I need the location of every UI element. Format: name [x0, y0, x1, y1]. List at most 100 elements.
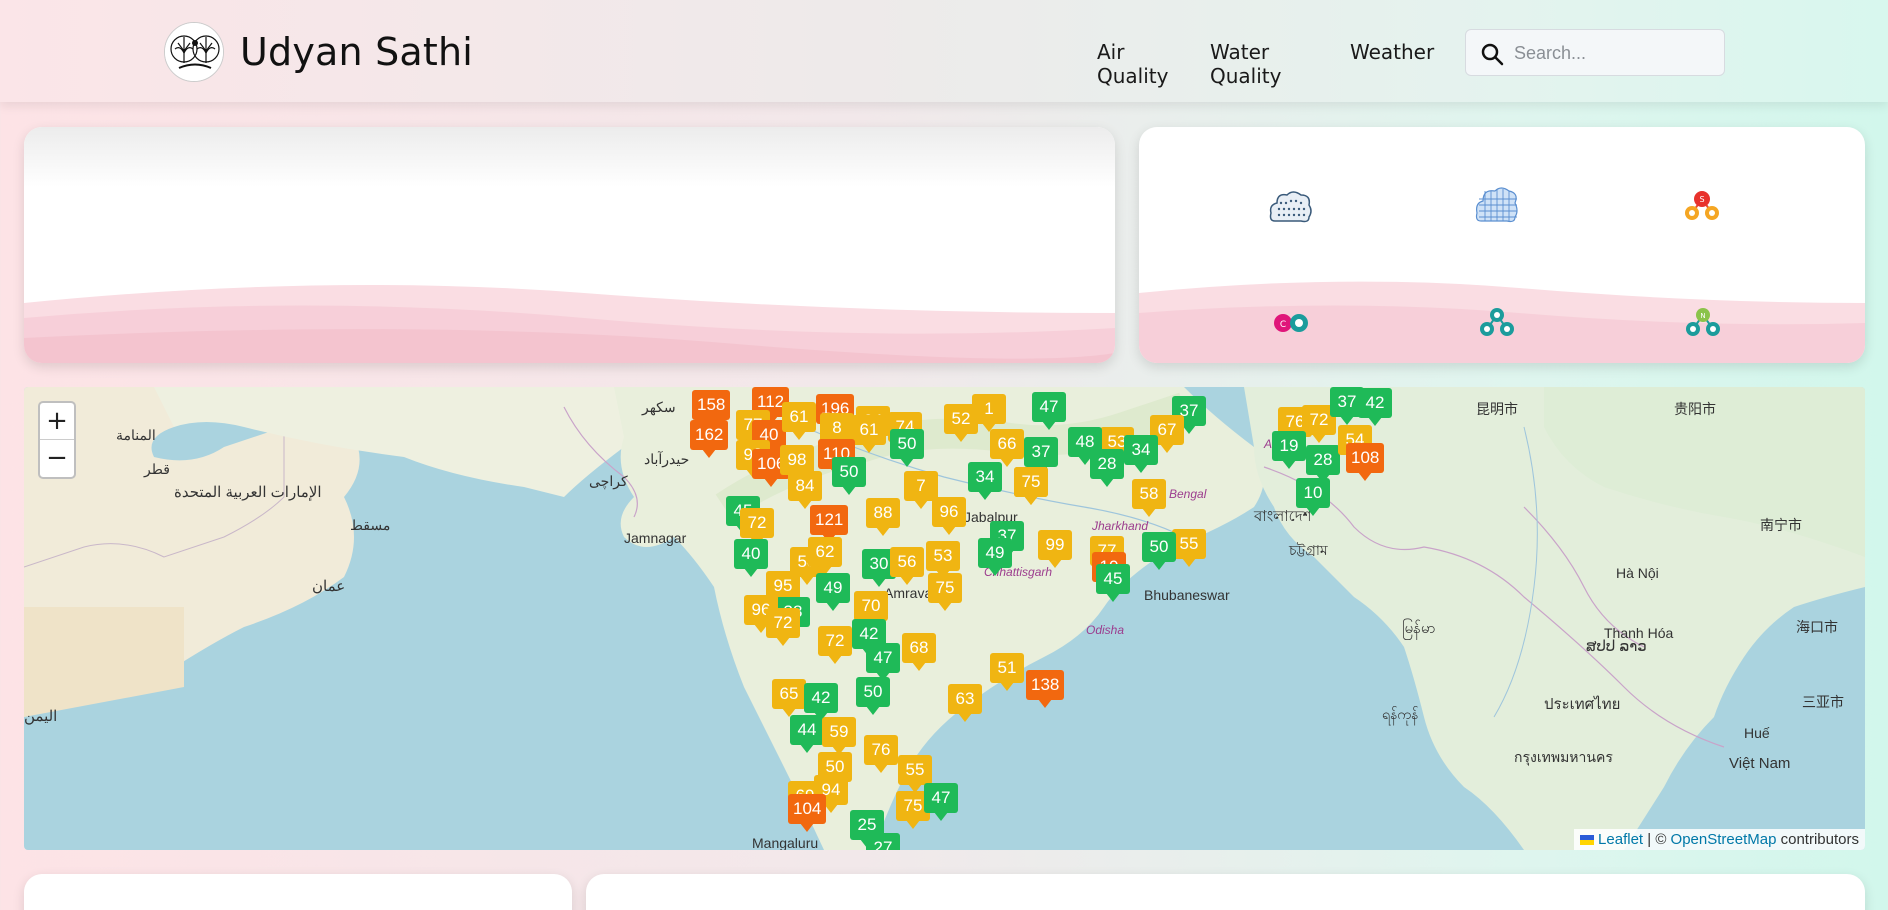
co-icon[interactable]: C	[1271, 311, 1311, 335]
so2-icon[interactable]: S	[1682, 189, 1722, 223]
o3-icon[interactable]	[1477, 305, 1517, 337]
aqi-marker[interactable]: 44	[790, 715, 824, 753]
map-label: 南宁市	[1760, 517, 1802, 533]
aqi-marker[interactable]: 76	[864, 735, 898, 773]
aqi-marker[interactable]: 70	[854, 591, 888, 629]
aqi-marker[interactable]: 27	[866, 833, 900, 850]
aqi-marker[interactable]: 50	[832, 457, 866, 495]
aqi-marker[interactable]: 19	[1272, 431, 1306, 469]
aqi-marker[interactable]: 50	[856, 677, 890, 715]
attribution-separator: | ©	[1643, 831, 1671, 848]
aqi-marker[interactable]: 47	[866, 643, 900, 681]
aqi-summary-card	[24, 127, 1115, 363]
aqi-marker[interactable]: 40	[734, 539, 768, 577]
top-navbar: Udyan Sathi Air Quality Water Quality We…	[0, 0, 1888, 102]
map-attribution: Leaflet | © OpenStreetMap contributors	[1573, 829, 1865, 850]
aqi-marker[interactable]: 1	[972, 394, 1006, 432]
aqi-marker[interactable]: 66	[990, 429, 1024, 467]
aqi-marker[interactable]: 10	[1296, 478, 1330, 516]
map-label: الإمارات العربية المتحدة	[174, 484, 322, 501]
aqi-marker[interactable]: 51	[990, 653, 1024, 691]
zoom-in-button[interactable]: +	[40, 403, 74, 440]
map-label: ประเทศไทย	[1544, 696, 1621, 713]
aqi-marker[interactable]: 58	[1132, 479, 1166, 517]
aqi-marker[interactable]: 34	[1124, 435, 1158, 473]
aqi-marker[interactable]: 49	[816, 573, 850, 611]
map-label: سکھر	[642, 399, 676, 415]
aqi-marker[interactable]: 72	[766, 608, 800, 646]
aqi-marker[interactable]: 56	[890, 547, 924, 585]
ukraine-flag-icon	[1579, 835, 1594, 845]
aqi-marker[interactable]: 34	[968, 462, 1002, 500]
search-input[interactable]	[1514, 40, 1714, 66]
aqi-map[interactable]: + − سکھر حیدرآباد کراچی Jamnagar Jabalpu…	[24, 387, 1865, 850]
pollutants-card: S C N	[1139, 127, 1865, 363]
aqi-marker[interactable]: 75	[1014, 467, 1048, 505]
aqi-marker[interactable]: 84	[788, 471, 822, 509]
aqi-marker[interactable]: 68	[902, 633, 936, 671]
zoom-out-button[interactable]: −	[40, 440, 74, 477]
map-label: عمان	[312, 578, 346, 595]
aqi-marker[interactable]: 72	[818, 626, 852, 664]
aqi-marker[interactable]: 96	[932, 497, 966, 535]
aqi-marker[interactable]: 72	[740, 508, 774, 546]
aqi-marker[interactable]: 47	[924, 783, 958, 821]
aqi-marker[interactable]: 55	[1172, 529, 1206, 567]
aqi-marker[interactable]: 104	[788, 794, 827, 832]
aqi-marker[interactable]: 62	[808, 537, 842, 575]
aqi-marker[interactable]: 108	[1346, 443, 1385, 481]
nav-weather[interactable]: Weather	[1350, 40, 1434, 64]
aqi-marker[interactable]: 28	[1090, 449, 1124, 487]
aqi-marker[interactable]: 158	[692, 390, 731, 428]
map-label: বাংলাদেশ	[1254, 508, 1312, 525]
aqi-marker[interactable]: 49	[978, 538, 1012, 576]
bottom-right-card	[586, 874, 1865, 910]
aqi-marker[interactable]: 28	[1306, 445, 1340, 483]
aqi-marker[interactable]: 50	[1142, 532, 1176, 570]
nav-water-quality[interactable]: Water Quality	[1210, 40, 1281, 88]
site-logo[interactable]	[164, 22, 224, 82]
aqi-marker[interactable]: 61	[782, 402, 816, 440]
pm25-icon[interactable]	[1475, 185, 1519, 225]
aqi-marker[interactable]: 42	[1358, 388, 1392, 426]
pm10-icon[interactable]	[1269, 189, 1313, 225]
no2-icon[interactable]: N	[1683, 305, 1723, 339]
osm-link[interactable]: OpenStreetMap	[1671, 831, 1777, 848]
card-top-fade	[24, 127, 1115, 187]
aqi-marker[interactable]: 99	[1038, 530, 1072, 568]
aqi-marker[interactable]: 75	[928, 573, 962, 611]
map-label: 三亚市	[1802, 694, 1844, 710]
aqi-marker[interactable]: 138	[1026, 670, 1065, 708]
map-base-layer[interactable]	[24, 387, 1865, 850]
aqi-marker[interactable]: 63	[948, 684, 982, 722]
aqi-marker[interactable]: 88	[866, 498, 900, 536]
map-label: Việt Nam	[1729, 755, 1791, 772]
aqi-marker[interactable]: 50	[890, 429, 924, 467]
aqi-marker[interactable]: 162	[690, 420, 729, 458]
map-label: Thanh Hóa	[1604, 625, 1674, 641]
aqi-marker[interactable]: 61	[852, 415, 886, 453]
aqi-marker[interactable]: 45	[1096, 564, 1130, 602]
aqi-marker[interactable]: 59	[822, 717, 856, 755]
map-label: Odisha	[1086, 623, 1125, 637]
site-title: Udyan Sathi	[240, 30, 474, 74]
attribution-suffix: contributors	[1776, 831, 1859, 848]
bottom-left-card	[24, 874, 572, 910]
nav-air-quality[interactable]: Air Quality	[1097, 40, 1168, 88]
search-box	[1465, 29, 1725, 76]
aqi-marker[interactable]: 55	[898, 755, 932, 793]
aqi-marker[interactable]: 53	[926, 541, 960, 579]
aqi-marker[interactable]: 121	[810, 505, 849, 543]
aqi-marker[interactable]: 47	[1032, 392, 1066, 430]
aqi-marker[interactable]: 37	[1024, 437, 1058, 475]
map-label: قطر	[144, 461, 170, 477]
map-label: กรุงเทพมหานคร	[1514, 749, 1613, 765]
aqi-marker[interactable]: 42	[804, 683, 838, 721]
leaflet-link[interactable]: Leaflet	[1598, 831, 1643, 848]
svg-text:C: C	[1280, 320, 1286, 330]
map-label: Bhubaneswar	[1144, 587, 1230, 603]
map-label: Bengal	[1169, 487, 1207, 501]
map-label: Mangaluru	[752, 835, 819, 850]
aqi-marker[interactable]: 65	[772, 679, 806, 717]
map-label: 海口市	[1796, 619, 1838, 635]
